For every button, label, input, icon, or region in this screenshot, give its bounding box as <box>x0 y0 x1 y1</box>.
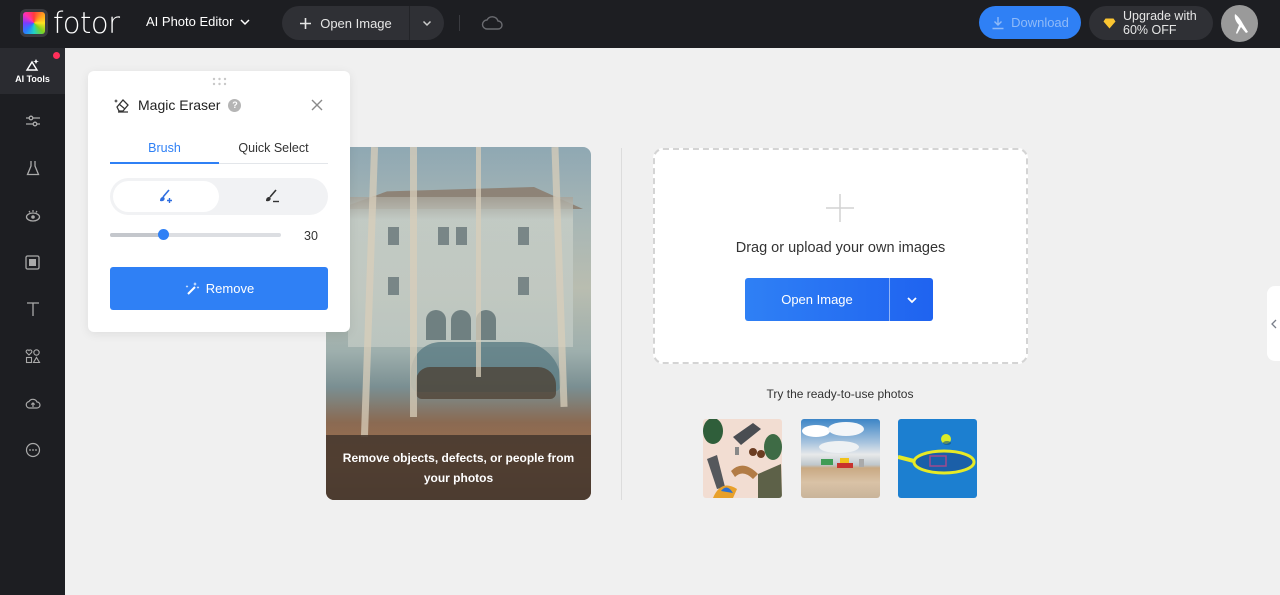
open-image-button[interactable]: Open Image <box>282 6 410 40</box>
upgrade-line1: Upgrade with <box>1123 9 1197 23</box>
sidebar-item-frames[interactable] <box>0 239 65 285</box>
beaker-icon <box>26 161 39 176</box>
fashion-flatlay-image <box>703 419 782 498</box>
brush-add-icon <box>160 189 172 203</box>
notification-badge <box>53 52 60 59</box>
ai-photo-editor-menu[interactable]: AI Photo Editor <box>146 14 251 29</box>
help-icon[interactable]: ? <box>228 98 242 112</box>
slider-thumb[interactable] <box>158 229 169 240</box>
frame-icon <box>25 254 40 270</box>
tab-quick-select[interactable]: Quick Select <box>219 133 328 163</box>
upgrade-button[interactable]: Upgrade with 60% OFF <box>1089 6 1213 40</box>
open-image-dropdown[interactable] <box>410 6 444 40</box>
preview-caption-bar: Remove objects, defects, or people from … <box>326 435 591 500</box>
elements-icon <box>25 349 40 364</box>
remove-label: Remove <box>205 281 255 296</box>
fotor-logo[interactable]: fotor <box>20 6 120 40</box>
download-button[interactable]: Download <box>979 6 1081 39</box>
tab-brush[interactable]: Brush <box>110 133 219 164</box>
sample-photo-desert[interactable] <box>801 419 880 498</box>
avatar-bird-icon <box>1234 13 1248 34</box>
sample-photo-tennis[interactable] <box>898 419 977 498</box>
sidebar-item-text[interactable] <box>0 286 65 332</box>
open-image-main-button[interactable]: Open Image <box>745 278 890 321</box>
panel-title: Magic Eraser <box>138 97 221 113</box>
chevron-down-icon <box>422 20 432 27</box>
brush-add-mode-button[interactable] <box>113 181 219 212</box>
slider-fill <box>110 233 163 237</box>
brush-size-value: 30 <box>304 229 318 243</box>
eye-icon <box>25 210 40 222</box>
sidebar-item-more[interactable] <box>0 427 65 473</box>
brush-erase-icon <box>266 189 279 203</box>
magic-eraser-panel: Magic Eraser ? Brush Quick Select 30 Rem… <box>88 71 350 332</box>
content-divider <box>621 148 622 500</box>
plus-icon <box>826 194 854 222</box>
upgrade-line2: 60% OFF <box>1123 23 1177 37</box>
preview-caption: Remove objects, defects, or people from … <box>342 450 575 485</box>
chevron-down-icon <box>240 18 250 25</box>
sidebar-item-uploads[interactable] <box>0 380 65 426</box>
open-image-split-button: Open Image <box>745 278 933 321</box>
editor-menu-label: AI Photo Editor <box>146 14 234 29</box>
more-icon <box>25 442 40 458</box>
brand-name: fotor <box>53 6 120 40</box>
tennis-racket-image <box>898 434 976 475</box>
top-bar: fotor AI Photo Editor Open Image Downloa… <box>0 0 1280 48</box>
open-image-group: Open Image <box>282 6 444 40</box>
sidebar-item-elements[interactable] <box>0 333 65 379</box>
close-icon[interactable] <box>310 98 324 112</box>
cloud-icon[interactable] <box>481 13 503 33</box>
drag-handle-icon[interactable] <box>212 77 227 86</box>
remove-button[interactable]: Remove <box>110 267 328 310</box>
download-label: Download <box>1011 15 1069 30</box>
plus-icon <box>300 17 312 29</box>
sidebar-item-adjust[interactable] <box>0 98 65 144</box>
chevron-down-icon <box>906 296 917 303</box>
brush-erase-mode-button[interactable] <box>219 181 325 212</box>
eraser-icon <box>114 98 129 113</box>
open-image-label: Open Image <box>320 15 392 31</box>
sample-photo-fashion[interactable] <box>703 419 782 498</box>
desert-road-image <box>802 422 864 468</box>
upload-hint: Drag or upload your own images <box>735 240 946 256</box>
logo-icon <box>20 9 48 37</box>
sidebar-item-effects[interactable] <box>0 145 65 191</box>
upload-dropzone[interactable]: Drag or upload your own images Open Imag… <box>653 148 1028 364</box>
brush-size-slider[interactable] <box>110 229 281 240</box>
ai-tools-icon <box>25 59 39 71</box>
tool-sidebar: AI Tools <box>0 48 65 595</box>
download-icon <box>992 16 1004 29</box>
open-image-options-button[interactable] <box>890 278 933 321</box>
diamond-icon <box>1103 18 1116 28</box>
brush-mode-toggle <box>110 178 328 215</box>
panel-tabs: Brush Quick Select <box>110 133 328 164</box>
sample-photos-label: Try the ready-to-use photos <box>766 387 914 401</box>
magic-wand-icon <box>185 281 200 295</box>
cloud-upload-icon <box>25 398 41 409</box>
text-icon <box>26 302 39 316</box>
sidebar-item-beauty[interactable] <box>0 192 65 238</box>
adjust-sliders-icon <box>25 115 40 127</box>
right-panel-toggle[interactable] <box>1267 286 1280 361</box>
chevron-left-icon <box>1270 319 1276 328</box>
divider <box>459 15 460 31</box>
example-preview-card: Remove objects, defects, or people from … <box>326 147 591 500</box>
sidebar-item-label: AI Tools <box>15 74 50 84</box>
panel-header: Magic Eraser ? <box>114 97 242 113</box>
avatar[interactable] <box>1221 5 1258 42</box>
